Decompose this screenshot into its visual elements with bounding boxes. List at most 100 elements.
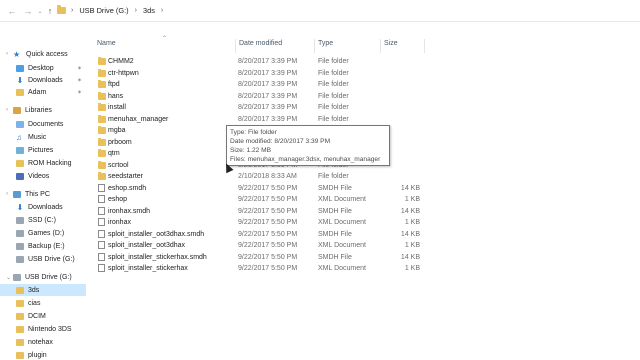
file-row[interactable]: ironhax.smdh 9/22/2017 5:50 PM SMDH File 14… <box>94 206 640 218</box>
file-row[interactable]: eshop 9/22/2017 5:50 PM XML Document 1 KB <box>94 194 640 206</box>
file-row[interactable]: sploit_installer_oot3dhax 9/22/2017 5:50 … <box>94 240 640 252</box>
breadcrumb-chevron-icon[interactable]: › <box>71 7 73 14</box>
file-date: 9/22/2017 5:50 PM <box>238 265 298 273</box>
nav-label: USB Drive (G:) <box>28 255 75 263</box>
folder-icon <box>98 80 106 88</box>
drive-icon <box>16 242 24 250</box>
nav-plugin[interactable]: plugin <box>16 349 102 360</box>
file-row[interactable]: ironhax 9/22/2017 5:50 PM XML Document 1 KB <box>94 217 640 229</box>
nav-label: Videos <box>28 172 50 180</box>
folder-icon <box>98 91 106 100</box>
nav-usb-drive-g-pc[interactable]: USB Drive (G:) <box>16 253 102 265</box>
file-date: 8/20/2017 3:39 PM <box>238 81 298 89</box>
nav-label: Adam <box>28 88 47 96</box>
file-row[interactable]: eshop.smdh 9/22/2017 5:50 PM SMDH File 14 K… <box>94 183 640 195</box>
drive-icon <box>16 229 24 237</box>
nav-quick-access[interactable]: › ★ Quick access <box>6 48 92 60</box>
nav-downloads[interactable]: ⬇ Downloads ✶ <box>16 74 102 86</box>
documents-icon <box>16 120 24 128</box>
nav-3ds[interactable]: 3ds <box>0 284 86 296</box>
nav-this-pc[interactable]: › This PC <box>6 188 92 200</box>
file-type: SMDH File <box>318 253 352 261</box>
file-row[interactable]: menuhax_manager 8/20/2017 3:39 PM File fol… <box>94 114 640 126</box>
column-divider[interactable] <box>380 39 381 53</box>
nav-dcim[interactable]: DCIM <box>16 310 102 322</box>
expand-icon[interactable]: › <box>6 191 13 197</box>
forward-arrow-icon[interactable]: → <box>22 5 34 17</box>
nav-label: SSD (C:) <box>28 216 56 224</box>
desktop-icon <box>16 64 24 72</box>
file-row[interactable]: seedstarter 2/10/2018 8:33 AM File folder <box>94 171 640 183</box>
star-icon: ★ <box>13 49 21 59</box>
back-arrow-icon[interactable]: ← <box>6 5 18 17</box>
file-name: hans <box>108 92 124 100</box>
column-divider[interactable] <box>424 39 425 53</box>
file-name: sploit_installer_stickerhax.smdh <box>108 253 207 261</box>
breadcrumb-chevron-icon[interactable]: › <box>161 7 163 14</box>
file-name: qtm <box>108 150 120 158</box>
nav-label: Music <box>28 133 47 141</box>
nav-videos[interactable]: Videos <box>16 170 102 182</box>
file-type: SMDH File <box>318 230 352 238</box>
file-row[interactable]: ftpd 8/20/2017 3:39 PM File folder <box>94 79 640 91</box>
file-row[interactable]: sploit_installer_oot3dhax.smdh 9/22/2017 … <box>94 229 640 241</box>
file-name: scrtool <box>108 161 129 169</box>
nav-label: cias <box>28 299 41 307</box>
nav-pc-downloads[interactable]: ⬇ Downloads <box>16 201 102 213</box>
breadcrumb-3ds[interactable]: 3ds <box>143 6 155 15</box>
column-header-type[interactable]: Type <box>318 40 333 52</box>
file-row[interactable]: sploit_installer_stickerhax 9/22/2017 5:5… <box>94 263 640 275</box>
file-type: File folder <box>318 92 349 100</box>
column-divider[interactable] <box>235 39 236 53</box>
nav-label: Desktop <box>28 64 54 72</box>
column-header-date[interactable]: Date modified <box>239 40 282 52</box>
file-type: XML Document <box>318 219 366 227</box>
file-row[interactable]: hans 8/20/2017 3:39 PM File folder <box>94 91 640 103</box>
column-divider[interactable] <box>314 39 315 53</box>
folder-icon <box>98 57 106 65</box>
file-name: eshop <box>108 196 128 204</box>
nav-backup-e[interactable]: Backup (E:) <box>16 240 102 252</box>
expand-icon[interactable]: › <box>6 51 13 57</box>
file-date: 2/10/2018 8:33 AM <box>238 173 297 181</box>
address-bar[interactable]: › USB Drive (G:) › 3ds › <box>57 3 640 18</box>
nav-nintendo-3ds[interactable]: Nintendo 3DS <box>16 323 102 335</box>
file-date: 8/20/2017 3:39 PM <box>238 115 298 123</box>
videos-icon <box>16 172 24 180</box>
file-row[interactable]: ctr-httpwn 8/20/2017 3:39 PM File folder <box>94 68 640 80</box>
nav-rom-hacking[interactable]: ROM Hacking <box>16 157 102 169</box>
nav-cias[interactable]: cias <box>16 297 102 309</box>
expand-icon[interactable]: › <box>6 107 13 113</box>
up-arrow-icon[interactable]: ↑ <box>44 5 56 17</box>
file-row[interactable]: CHMM2 8/20/2017 3:39 PM File folder <box>94 56 640 68</box>
xml-file-icon <box>98 218 105 226</box>
file-date: 9/22/2017 5:50 PM <box>238 184 298 192</box>
nav-label: Nintendo 3DS <box>28 325 72 333</box>
collapse-icon[interactable]: ⌄ <box>6 274 13 281</box>
nav-documents[interactable]: Documents <box>16 118 102 130</box>
nav-label: Documents <box>28 120 64 128</box>
file-date: 8/20/2017 3:39 PM <box>238 69 298 77</box>
nav-adam[interactable]: Adam ✶ <box>16 86 102 98</box>
nav-libraries[interactable]: › Libraries <box>6 104 92 116</box>
file-row[interactable]: sploit_installer_stickerhax.smdh 9/22/201… <box>94 252 640 264</box>
file-icon <box>98 206 105 215</box>
folder-icon <box>98 137 106 146</box>
nav-pictures[interactable]: Pictures <box>16 144 102 156</box>
breadcrumb-usb-drive[interactable]: USB Drive (G:) <box>79 6 128 15</box>
file-type: SMDH File <box>318 207 352 215</box>
nav-usb-drive-g[interactable]: ⌄ USB Drive (G:) <box>6 271 92 283</box>
tooltip-size: Size: 1.22 MB <box>230 147 272 154</box>
nav-ssd-c[interactable]: SSD (C:) <box>16 214 102 226</box>
address-toolbar: ← → ⌄ ↑ › USB Drive (G:) › 3ds › <box>0 0 640 22</box>
nav-label: Pictures <box>28 146 54 154</box>
column-header-size[interactable]: Size <box>384 40 398 52</box>
nav-games-d[interactable]: Games (D:) <box>16 227 102 239</box>
nav-music[interactable]: ♫ Music <box>16 131 102 143</box>
column-header-name[interactable]: Name <box>97 40 116 52</box>
nav-notehax[interactable]: notehax <box>16 336 102 348</box>
file-date: 9/22/2017 5:50 PM <box>238 253 298 261</box>
file-row[interactable]: install 8/20/2017 3:39 PM File folder <box>94 102 640 114</box>
breadcrumb-chevron-icon[interactable]: › <box>135 7 137 14</box>
nav-desktop[interactable]: Desktop ✶ <box>16 62 102 74</box>
